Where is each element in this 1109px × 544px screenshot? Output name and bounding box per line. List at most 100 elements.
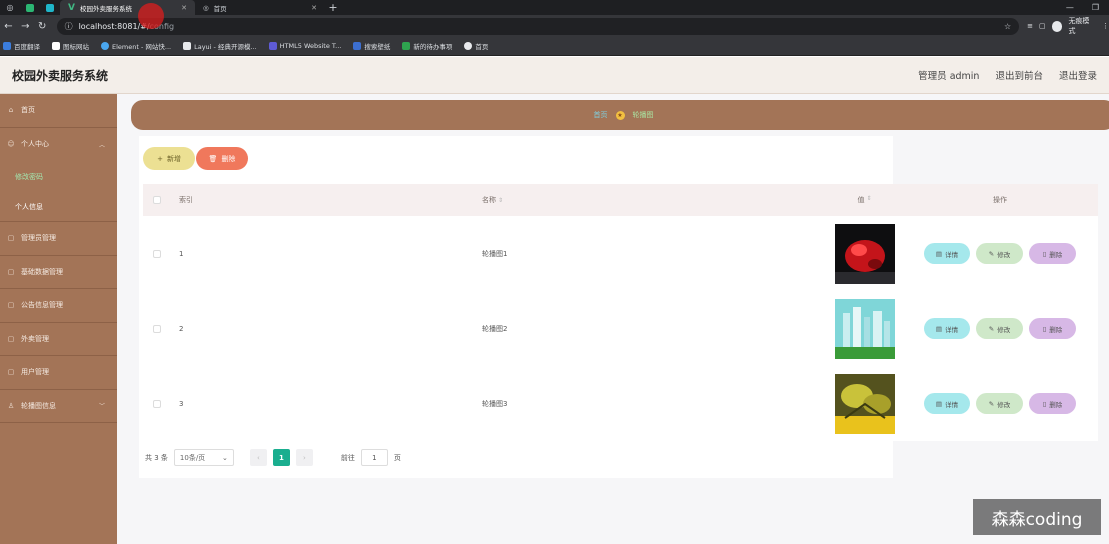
bookmark-item[interactable]: 首页 bbox=[464, 41, 488, 51]
close-icon[interactable]: ✕ bbox=[311, 4, 317, 12]
page-number-button[interactable]: 1 bbox=[272, 449, 290, 466]
column-value[interactable]: 值 ⇕ bbox=[827, 195, 902, 205]
app-tab-icon[interactable] bbox=[20, 0, 40, 15]
sidebar-item-carousel[interactable]: ♙ 轮播图信息 ﹀ bbox=[0, 390, 117, 423]
logout-link[interactable]: 退出登录 bbox=[1059, 68, 1097, 82]
edit-button[interactable]: ✎ 修改 bbox=[976, 393, 1023, 414]
bookmarks-bar: 百度翻译 图标网站 Element - 网站快... Layui - 经典开源模… bbox=[0, 37, 1109, 56]
next-page-button[interactable]: › bbox=[295, 449, 313, 466]
edit-button[interactable]: ✎ 修改 bbox=[976, 243, 1023, 264]
document-icon: ▤ bbox=[935, 249, 943, 258]
tab-active[interactable]: V 校园外卖服务系统 ✕ bbox=[60, 0, 195, 15]
new-tab-icon[interactable]: + bbox=[325, 0, 341, 15]
address-bar: ← → ↻ ⓘ localhost:8081/#/config ☆ ≡ ▢ 无痕… bbox=[0, 15, 1109, 37]
bookmark-item[interactable]: 新的待办事项 bbox=[402, 41, 452, 51]
trash-icon: 🗑 bbox=[208, 154, 218, 163]
sidebar-item-home[interactable]: ⌂ 首页 bbox=[0, 94, 117, 128]
sidebar-item-users[interactable]: ▢ 用户管理 bbox=[0, 356, 117, 390]
add-button[interactable]: + 新增 bbox=[143, 147, 195, 170]
breadcrumb-home[interactable]: 首页 bbox=[594, 110, 608, 120]
flag-icon bbox=[52, 42, 60, 50]
pencil-icon: ✎ bbox=[988, 324, 995, 333]
column-index: 索引 bbox=[179, 196, 193, 204]
home-icon: ⌂ bbox=[8, 106, 14, 115]
carousel-thumbnail-leaves[interactable] bbox=[834, 373, 895, 434]
close-icon[interactable]: ✕ bbox=[181, 4, 187, 12]
column-name[interactable]: 名称 ⇕ bbox=[482, 195, 827, 205]
app-header: 校园外卖服务系统 管理员 admin 退出到前台 退出登录 bbox=[0, 57, 1109, 94]
tab-title: 校园外卖服务系统 bbox=[79, 4, 132, 13]
bookmark-item[interactable]: Layui - 经典开源模... bbox=[183, 41, 257, 51]
incognito-avatar[interactable] bbox=[1051, 20, 1063, 32]
page-size-select[interactable]: 10条/页 ⌄ bbox=[173, 449, 234, 466]
bookmark-item[interactable]: 百度翻译 bbox=[3, 41, 40, 51]
document-icon: ▤ bbox=[935, 399, 943, 408]
chat-tab-icon[interactable] bbox=[40, 0, 60, 15]
bookmark-item[interactable]: 图标网站 bbox=[52, 41, 89, 51]
batch-delete-button[interactable]: 🗑 删除 bbox=[196, 147, 248, 170]
sort-icon[interactable]: ⇕ bbox=[498, 197, 503, 204]
sidebar: ⌂ 首页 ☺ 个人中心 ︿ 修改密码 个人信息 ▢ 管理员管理 ▢ 基础数据管理… bbox=[0, 94, 117, 544]
row-checkbox[interactable] bbox=[153, 399, 161, 408]
browser-tabbar: ◎ V 校园外卖服务系统 ✕ ◎ 首页 ✕ + — ❐ bbox=[0, 0, 1109, 15]
row-name: 轮播图1 bbox=[482, 249, 508, 258]
restore-icon[interactable]: ❐ bbox=[1092, 0, 1099, 15]
globe-icon[interactable]: ◎ bbox=[0, 0, 20, 15]
trash-icon: ▯ bbox=[1042, 249, 1047, 258]
delete-button[interactable]: ▯ 删除 bbox=[1029, 318, 1076, 339]
pencil-icon: ✎ bbox=[988, 249, 995, 258]
reload-icon[interactable]: ↻ bbox=[34, 21, 51, 32]
tab-title: 首页 bbox=[213, 4, 227, 13]
carousel-thumbnail-red[interactable] bbox=[834, 223, 895, 284]
window-controls: — ❐ bbox=[1066, 0, 1109, 15]
row-index: 1 bbox=[179, 249, 184, 258]
delete-button[interactable]: ▯ 删除 bbox=[1029, 393, 1076, 414]
detail-button[interactable]: ▤ 详情 bbox=[924, 393, 970, 414]
vue-icon: V bbox=[68, 2, 75, 13]
delete-button[interactable]: ▯ 删除 bbox=[1029, 243, 1076, 264]
pencil-icon: ✎ bbox=[988, 399, 995, 408]
reading-list-icon[interactable]: ≡ bbox=[1027, 22, 1033, 30]
globe-icon: ◎ bbox=[203, 3, 209, 12]
star-icon[interactable]: ☆ bbox=[1004, 22, 1011, 31]
url-input[interactable]: ⓘ localhost:8081/#/config ☆ bbox=[56, 17, 1020, 35]
prev-page-button[interactable]: ‹ bbox=[249, 449, 267, 466]
sidebar-item-takeout[interactable]: ▢ 外卖管理 bbox=[0, 323, 117, 356]
info-icon: ⓘ bbox=[64, 21, 73, 31]
row-checkbox[interactable] bbox=[153, 324, 161, 333]
chevron-up-icon: ︿ bbox=[98, 141, 105, 149]
forward-icon[interactable]: → bbox=[17, 21, 34, 32]
grid-icon: ▢ bbox=[7, 234, 15, 243]
select-all-checkbox[interactable] bbox=[153, 196, 161, 204]
carousel-thumbnail-city[interactable] bbox=[834, 298, 895, 359]
sort-icon[interactable]: ⇕ bbox=[866, 195, 871, 205]
edit-button[interactable]: ✎ 修改 bbox=[976, 318, 1023, 339]
back-icon[interactable]: ← bbox=[0, 21, 17, 32]
detail-button[interactable]: ▤ 详情 bbox=[924, 318, 970, 339]
sidebar-item-notice[interactable]: ▢ 公告信息管理 bbox=[0, 289, 117, 323]
minimize-icon[interactable]: — bbox=[1066, 0, 1074, 15]
chevron-down-icon: ﹀ bbox=[98, 403, 105, 411]
goto-page-input[interactable]: 1 bbox=[360, 449, 388, 466]
extensions-icon[interactable]: ▢ bbox=[1039, 22, 1046, 30]
tab-home[interactable]: ◎ 首页 ✕ bbox=[195, 0, 325, 15]
sidebar-item-basic-data[interactable]: ▢ 基础数据管理 bbox=[0, 256, 117, 289]
menu-icon[interactable]: ⋮ bbox=[1102, 22, 1109, 30]
trash-icon: ▯ bbox=[1042, 324, 1047, 333]
sidebar-item-change-password[interactable]: 修改密码 bbox=[0, 161, 117, 192]
grid-icon: ▢ bbox=[7, 301, 15, 310]
detail-button[interactable]: ▤ 详情 bbox=[924, 243, 970, 264]
grid-icon: ▢ bbox=[7, 368, 15, 377]
bookmark-item[interactable]: 搜索壁纸 bbox=[353, 41, 390, 51]
user-icon: ♙ bbox=[7, 401, 15, 410]
bookmark-item[interactable]: HTML5 Website T... bbox=[268, 42, 341, 50]
sidebar-item-personal-info[interactable]: 个人信息 bbox=[0, 192, 117, 222]
user-icon: ☺ bbox=[7, 140, 15, 149]
sidebar-item-personal[interactable]: ☺ 个人中心 ︿ bbox=[0, 128, 117, 162]
data-table: 索引 名称 ⇕ 值 ⇕ 操作 1 轮播图1 ▤ 详情 ✎ 修改 ▯ 删除 2 轮… bbox=[143, 184, 1098, 441]
star-icon: ★ bbox=[615, 110, 625, 120]
bookmark-item[interactable]: Element - 网站快... bbox=[101, 41, 171, 51]
sidebar-item-admin[interactable]: ▢ 管理员管理 bbox=[0, 222, 117, 256]
row-checkbox[interactable] bbox=[153, 249, 161, 258]
exit-to-frontend-link[interactable]: 退出到前台 bbox=[995, 68, 1043, 82]
